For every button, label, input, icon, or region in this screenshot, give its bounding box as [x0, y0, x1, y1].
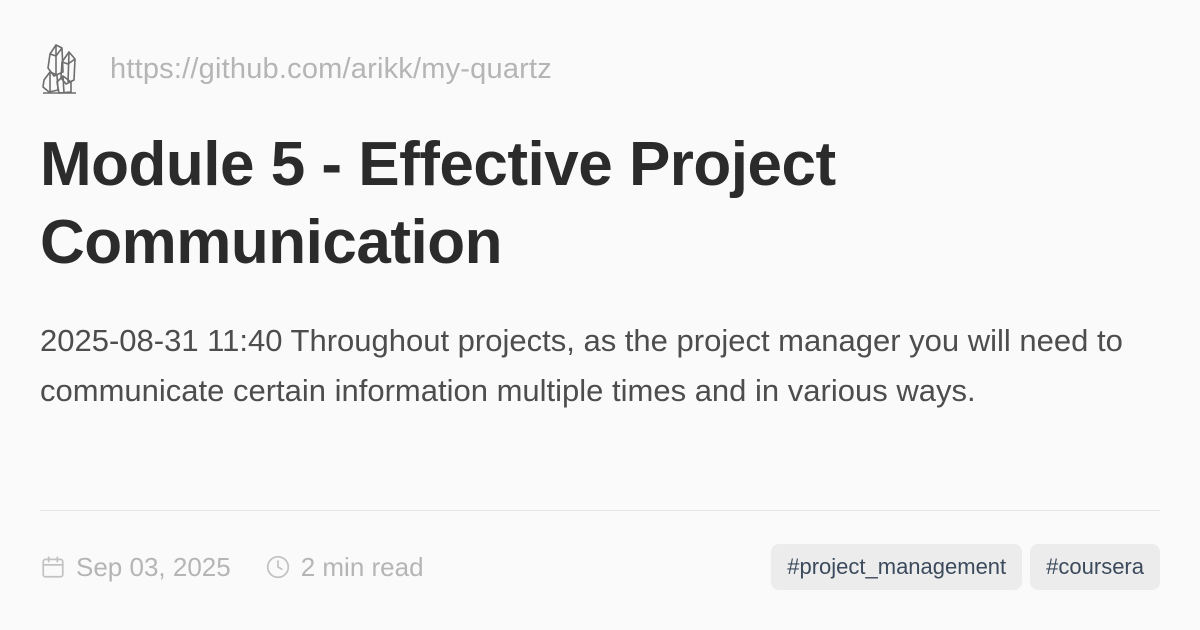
- calendar-icon: [42, 556, 64, 578]
- page-title: Module 5 - Effective Project Communicati…: [40, 130, 836, 277]
- site-header: https://github.com/arikk/my-quartz: [40, 40, 1160, 98]
- tag-list: #project_management #coursera: [763, 544, 1160, 590]
- divider: [40, 510, 1160, 511]
- preview-card: https://github.com/arikk/my-quartz Modul…: [40, 40, 1160, 600]
- publish-date: Sep 03, 2025: [40, 552, 231, 583]
- site-url[interactable]: https://github.com/arikk/my-quartz: [110, 40, 552, 98]
- page-description: 2025-08-31 11:40 Throughout projects, as…: [40, 323, 1123, 408]
- reading-time: 2 min read: [265, 552, 424, 583]
- tag-project-management[interactable]: #project_management: [771, 544, 1023, 590]
- date-label: Sep 03, 2025: [76, 551, 231, 582]
- clock-icon: [266, 555, 289, 579]
- read-time-label: 2 min read: [300, 551, 424, 582]
- tag-coursera[interactable]: #coursera: [1030, 544, 1160, 590]
- meta-footer: Sep 03, 2025 2 min read #project_managem…: [40, 544, 1160, 590]
- quartz-crystal-icon: [40, 40, 80, 98]
